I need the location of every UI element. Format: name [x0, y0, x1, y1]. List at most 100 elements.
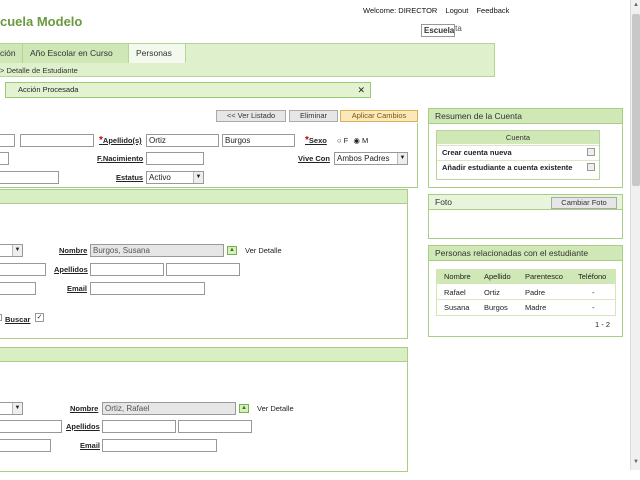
cell-apellido: Burgos [484, 303, 508, 312]
cell-telefono: - [592, 303, 595, 312]
col-apellido: Apellido [484, 272, 511, 281]
parent1-email-input[interactable] [90, 282, 205, 295]
user-links: Welcome: DIRECTOR Logout Feedback [363, 6, 515, 15]
related-persons-panel: Personas relacionadas con el estudiante … [428, 245, 623, 337]
table-row[interactable]: Susana Burgos Madre - [437, 301, 615, 315]
table-header: Nombre Apellido Parentesco Teléfono [437, 270, 615, 284]
buscar-label: Buscar [5, 315, 31, 324]
parent2-email-input[interactable] [102, 439, 217, 452]
scroll-thumb[interactable] [632, 14, 640, 186]
table-row[interactable]: Rafael Ortiz Padre - [437, 286, 615, 300]
parent2-apellido1-input[interactable] [102, 420, 176, 433]
expand-icon[interactable]: ▲ [239, 404, 249, 413]
create-account-label: Crear cuenta nueva [442, 148, 512, 157]
apellido1-input[interactable]: Ortiz [146, 134, 219, 147]
parent1-partial-input-2[interactable] [0, 282, 36, 295]
parent-panel-2-header [0, 348, 407, 362]
add-to-account-link[interactable]: Añadir estudiante a cuenta existente [437, 160, 599, 174]
chevron-down-icon: ▼ [193, 172, 203, 183]
col-nombre: Nombre [444, 272, 471, 281]
sexo-label: *Sexo [305, 135, 327, 146]
account-box-header: Cuenta [437, 131, 599, 144]
create-account-link[interactable]: Crear cuenta nueva [437, 145, 599, 159]
scroll-up-icon[interactable]: ▲ [632, 2, 640, 10]
add-to-account-label: Añadir estudiante a cuenta existente [442, 163, 573, 172]
feedback-link[interactable]: Feedback [476, 6, 509, 15]
partial-input-3[interactable] [0, 171, 59, 184]
chevron-down-icon: ▼ [12, 403, 22, 414]
parent1-select[interactable]: ▼ [0, 244, 23, 257]
parent1-partial-input[interactable] [0, 263, 46, 276]
parent2-select[interactable]: ▼ [0, 402, 23, 415]
chevron-down-icon: ▼ [397, 153, 407, 164]
partial-checkbox[interactable] [0, 314, 2, 321]
logout-link[interactable]: Logout [445, 6, 468, 15]
status-message: Acción Procesada ✕ [5, 82, 371, 98]
sexo-f-radio[interactable]: ○ [337, 136, 342, 145]
cell-nombre: Susana [444, 303, 470, 312]
breadcrumb: > Detalle de Estudiante [0, 66, 78, 75]
change-photo-button[interactable]: Cambiar Foto [551, 197, 617, 209]
account-summary-title: Resumen de la Cuenta [429, 109, 622, 124]
tab-ano-escolar[interactable]: Año Escolar en Curso [23, 44, 129, 63]
app-title: cuela Modelo [0, 14, 83, 29]
vive-con-select[interactable]: Ambos Padres ▼ [334, 152, 408, 165]
parent1-email-label: Email [67, 284, 88, 293]
cell-telefono: - [592, 288, 595, 297]
nacimiento-input[interactable] [146, 152, 204, 165]
parent1-nombre-label: Nombre [59, 246, 88, 255]
related-persons-title: Personas relacionadas con el estudiante [429, 246, 622, 261]
estatus-value: Activo [149, 173, 171, 182]
tab-personas[interactable]: Personas [129, 44, 186, 63]
vive-con-label: Vive Con [298, 154, 330, 163]
buscar-checkbox[interactable]: ✓ [35, 313, 44, 322]
estatus-label: Estatus [116, 173, 144, 182]
cell-nombre: Rafael [444, 288, 466, 297]
related-persons-table: Nombre Apellido Parentesco Teléfono Rafa… [436, 269, 616, 316]
close-icon[interactable]: ✕ [357, 83, 365, 97]
section-links: Escuela | Mi Cuenta [421, 24, 462, 37]
col-parentesco: Parentesco [525, 272, 563, 281]
parent2-nombre-input[interactable]: Ortiz, Rafael [102, 402, 236, 415]
scroll-down-icon[interactable]: ▼ [632, 459, 640, 467]
partial-input-2[interactable] [0, 152, 9, 165]
cell-parentesco: Madre [525, 303, 547, 312]
first-name-input-partial[interactable] [0, 134, 15, 147]
vive-con-value: Ambos Padres [337, 154, 390, 163]
second-name-input[interactable] [20, 134, 94, 147]
apply-changes-button[interactable]: Aplicar Cambios [340, 110, 418, 122]
parent1-apellidos-label: Apellidos [54, 265, 88, 274]
escuela-link[interactable]: Escuela [421, 24, 456, 37]
parent2-apellidos-label: Apellidos [66, 422, 100, 431]
col-telefono: Teléfono [578, 272, 607, 281]
cell-parentesco: Padre [525, 288, 546, 297]
sexo-m-radio[interactable]: ◉ [353, 136, 360, 145]
parent2-partial-input-2[interactable] [0, 439, 51, 452]
vertical-scrollbar[interactable]: ▲ ▼ [630, 0, 640, 470]
parent-panel-1-header [0, 190, 407, 204]
parent2-partial-input[interactable] [0, 420, 62, 433]
estatus-select[interactable]: Activo ▼ [146, 171, 204, 184]
status-message-text: Acción Procesada [18, 85, 79, 94]
account-box: Cuenta Crear cuenta nueva Añadir estudia… [436, 130, 600, 180]
welcome-text: Welcome: DIRECTOR [363, 6, 438, 15]
expand-icon[interactable]: ▲ [227, 246, 237, 255]
delete-button[interactable]: Eliminar [289, 110, 338, 122]
parent1-apellido1-input[interactable] [90, 263, 164, 276]
parent2-nombre-label: Nombre [70, 404, 99, 413]
parent1-nombre-input[interactable]: Burgos, Susana [90, 244, 224, 257]
apellido2-input[interactable]: Burgos [222, 134, 295, 147]
tab-configuracion[interactable]: ción [0, 44, 23, 63]
window-icon [587, 148, 595, 156]
back-to-list-button[interactable]: << Ver Listado [216, 110, 286, 122]
parent2-ver-detalle-link[interactable]: Ver Detalle [257, 404, 294, 413]
nacimiento-label: F.Nacimiento [97, 154, 144, 163]
parent1-ver-detalle-link[interactable]: Ver Detalle [245, 246, 282, 255]
cell-apellido: Ortiz [484, 288, 500, 297]
sexo-options: ○ F ◉ M [337, 136, 368, 145]
parent2-apellido2-input[interactable] [178, 420, 252, 433]
parent2-email-label: Email [80, 441, 101, 450]
pager: 1 - 2 [595, 320, 611, 329]
parent1-apellido2-input[interactable] [166, 263, 240, 276]
sexo-f-label: F [343, 136, 349, 145]
